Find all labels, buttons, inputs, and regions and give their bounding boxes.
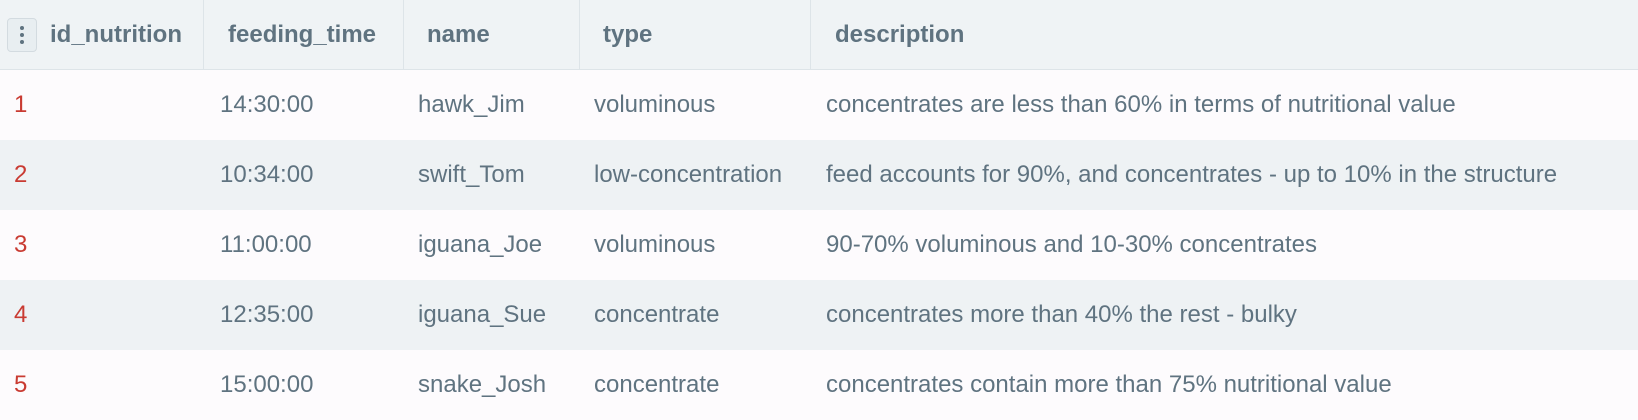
cell-name: snake_Josh bbox=[418, 371, 547, 398]
cell-type: concentrate bbox=[594, 301, 720, 328]
table-row[interactable]: 2 10:34:00 swift_Tom low-concentration f… bbox=[0, 140, 1638, 210]
cell-description: concentrates are less than 60% in terms … bbox=[826, 91, 1456, 118]
table-row[interactable]: 3 11:00:00 iguana_Joe voluminous 90-70% … bbox=[0, 210, 1638, 280]
cell-description: feed accounts for 90%, and concentrates … bbox=[826, 161, 1558, 188]
column-header-name[interactable]: name bbox=[404, 0, 580, 70]
column-header-label: type bbox=[603, 21, 653, 48]
table-header: id_nutrition feeding_time name type desc… bbox=[0, 0, 1638, 70]
cell-id-nutrition: 2 bbox=[14, 161, 28, 188]
data-grid: id_nutrition feeding_time name type desc… bbox=[0, 0, 1638, 420]
column-header-label: id_nutrition bbox=[50, 21, 182, 48]
column-menu-button[interactable] bbox=[7, 18, 37, 52]
cell-feeding-time: 15:00:00 bbox=[220, 371, 314, 398]
cell-feeding-time: 10:34:00 bbox=[220, 161, 314, 188]
cell-feeding-time: 11:00:00 bbox=[220, 231, 312, 258]
cell-id-nutrition: 5 bbox=[14, 371, 28, 398]
cell-description: 90-70% voluminous and 10-30% concentrate… bbox=[826, 231, 1317, 258]
cell-feeding-time: 12:35:00 bbox=[220, 301, 314, 328]
column-header-label: description bbox=[835, 21, 965, 48]
cell-id-nutrition: 3 bbox=[14, 231, 28, 258]
cell-type: voluminous bbox=[594, 231, 716, 258]
cell-type: voluminous bbox=[594, 91, 716, 118]
table-row[interactable]: 1 14:30:00 hawk_Jim voluminous concentra… bbox=[0, 70, 1638, 140]
cell-id-nutrition: 1 bbox=[14, 91, 28, 118]
cell-description: concentrates more than 40% the rest - bu… bbox=[826, 301, 1297, 328]
column-header-label: feeding_time bbox=[228, 21, 377, 48]
cell-name: hawk_Jim bbox=[418, 91, 525, 118]
cell-feeding-time: 14:30:00 bbox=[220, 91, 314, 118]
cell-type: concentrate bbox=[594, 371, 720, 398]
table-row[interactable]: 4 12:35:00 iguana_Sue concentrate concen… bbox=[0, 280, 1638, 350]
column-header-description[interactable]: description bbox=[811, 0, 1638, 70]
cell-description: concentrates contain more than 75% nutri… bbox=[826, 371, 1392, 398]
cell-type: low-concentration bbox=[594, 161, 783, 188]
cell-id-nutrition: 4 bbox=[14, 301, 28, 328]
cell-name: iguana_Sue bbox=[418, 301, 547, 328]
cell-name: iguana_Joe bbox=[418, 231, 543, 258]
vertical-dots-icon bbox=[20, 26, 24, 30]
table-row[interactable]: 5 15:00:00 snake_Josh concentrate concen… bbox=[0, 350, 1638, 420]
cell-name: swift_Tom bbox=[418, 161, 525, 188]
column-header-type[interactable]: type bbox=[580, 0, 811, 70]
column-header-label: name bbox=[427, 21, 490, 48]
column-header-feeding-time[interactable]: feeding_time bbox=[204, 0, 404, 70]
column-header-id-nutrition[interactable]: id_nutrition bbox=[0, 0, 204, 70]
